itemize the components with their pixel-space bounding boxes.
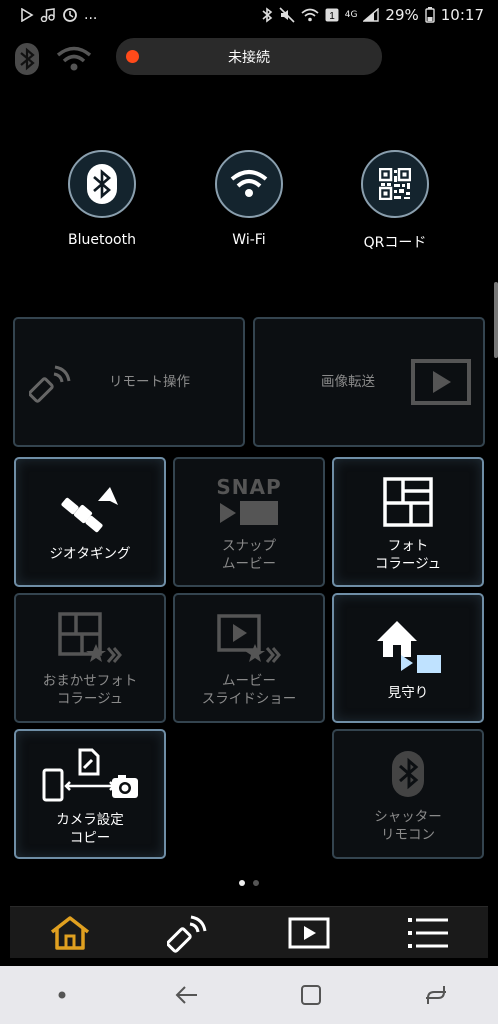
mute-icon <box>279 7 295 23</box>
nav-back-button[interactable] <box>157 975 217 1015</box>
wifi-icon <box>301 8 319 22</box>
signal-icon <box>363 8 380 22</box>
collage-grid-icon <box>383 477 433 527</box>
auto-collage-icon <box>58 612 122 663</box>
android-nav-bar <box>0 966 498 1024</box>
copy-settings-icon <box>42 748 138 802</box>
home-square-icon <box>301 985 322 1005</box>
satellite-icon <box>61 487 118 533</box>
page-indicator <box>0 880 498 886</box>
snap-text-icon: SNAP <box>216 475 282 499</box>
remote-control-label: リモート操作 <box>109 374 190 390</box>
play-screen-icon <box>411 359 471 405</box>
home-camera-icon <box>377 621 441 673</box>
music-icon <box>40 8 55 22</box>
remote-icon <box>29 365 71 403</box>
nav-recents-button[interactable] <box>406 975 466 1015</box>
battery-percent: 29% <box>385 6 419 24</box>
bottom-tab-bar <box>10 906 488 958</box>
connection-status-label: 未接続 <box>228 49 270 66</box>
geotagging-tile[interactable]: ジオタギング <box>14 457 166 587</box>
tab-remote[interactable] <box>149 908 229 958</box>
recent-dot-icon <box>58 991 66 999</box>
snap-movie-tile[interactable]: SNAP スナップ ムービー <box>173 457 325 587</box>
more-indicator: ... <box>84 7 98 23</box>
home-monitor-tile[interactable]: 見守り <box>332 593 484 723</box>
home-monitor-label: 見守り <box>387 685 429 701</box>
network-type: 4G <box>344 9 358 20</box>
battery-icon <box>425 7 435 23</box>
image-transfer-label: 画像転送 <box>321 374 375 390</box>
tab-home[interactable] <box>30 908 110 958</box>
auto-collage-label: おまかせフォト コラージュ <box>42 673 138 707</box>
tab-playback[interactable] <box>269 908 349 958</box>
sync-icon <box>63 8 77 22</box>
home-icon <box>50 915 89 950</box>
copy-camera-settings-tile[interactable]: カメラ設定 コピー <box>14 729 166 859</box>
geotagging-label: ジオタギング <box>49 546 131 562</box>
nav-home-button[interactable] <box>281 975 341 1015</box>
play-icon <box>288 917 330 948</box>
remote-icon <box>167 915 207 953</box>
recents-icon <box>425 986 446 1004</box>
status-bar: ... 1 4G 29% 10:17 <box>0 0 498 30</box>
wifi-status-icon <box>56 46 92 71</box>
auto-collage-tile[interactable]: おまかせフォト コラージュ <box>14 593 166 723</box>
photo-collage-label: フォト コラージュ <box>374 538 442 572</box>
back-icon <box>175 986 197 1004</box>
qr-code-icon <box>379 168 411 200</box>
bluetooth-icon <box>87 164 117 204</box>
wifi-option[interactable]: Wi-Fi <box>199 150 299 250</box>
wifi-icon <box>230 170 268 197</box>
menu-icon <box>408 917 449 948</box>
notification-1-icon: 1 <box>325 8 339 22</box>
scrollbar[interactable] <box>494 282 498 358</box>
movie-slideshow-tile[interactable]: ムービー スライドショー <box>173 593 325 723</box>
status-dot <box>126 50 139 63</box>
wifi-option-label: Wi-Fi <box>232 232 266 248</box>
play-store-icon <box>21 8 34 22</box>
shutter-remote-tile[interactable]: シャッター リモコン <box>332 729 484 859</box>
page-dot-active[interactable] <box>239 880 245 886</box>
qr-code-option[interactable]: QRコード <box>345 150 445 251</box>
snap-movie-label: スナップ ムービー <box>222 538 276 572</box>
shutter-remote-label: シャッター リモコン <box>374 809 442 843</box>
page-dot[interactable] <box>253 880 259 886</box>
snap-movie-icon <box>220 501 278 525</box>
bluetooth-icon <box>262 7 272 23</box>
bluetooth-icon <box>392 751 424 797</box>
svg-text:1: 1 <box>329 11 335 22</box>
bluetooth-option-label: Bluetooth <box>68 232 136 248</box>
clock: 10:17 <box>440 6 484 24</box>
slideshow-icon <box>217 614 281 663</box>
tab-menu[interactable] <box>388 908 468 958</box>
movie-slideshow-label: ムービー スライドショー <box>201 673 297 707</box>
bluetooth-status-icon <box>15 43 39 75</box>
remote-control-tile[interactable]: リモート操作 <box>13 317 245 447</box>
bluetooth-option[interactable]: Bluetooth <box>52 150 152 250</box>
photo-collage-tile[interactable]: フォト コラージュ <box>332 457 484 587</box>
copy-camera-settings-label: カメラ設定 コピー <box>56 812 124 846</box>
nav-dot-button[interactable] <box>32 975 92 1015</box>
qr-code-option-label: QRコード <box>363 235 427 251</box>
image-transfer-tile[interactable]: 画像転送 <box>253 317 485 447</box>
connection-status-button[interactable]: 未接続 <box>116 38 382 75</box>
connection-header: 未接続 <box>0 38 498 78</box>
